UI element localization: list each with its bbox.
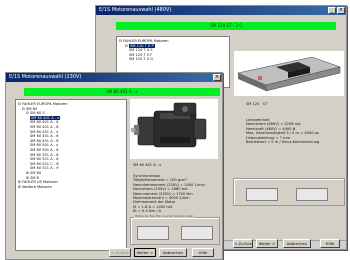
front-hilfe-button[interactable]: Hilfe <box>192 248 214 257</box>
back-banner-text: SM 120 ST - 3 0 <box>210 23 242 28</box>
front-info-block: Synchronmotor Trägheitsmoment = 100 gcm²… <box>133 174 205 214</box>
front-selection-group: Wählen Sie Ihren Motor aus den folgenden… <box>130 215 220 245</box>
front-abbrechen-button[interactable]: Abbrechen <box>159 248 187 257</box>
back-abbrechen-button[interactable]: Abbrechen <box>283 239 311 248</box>
servo-motor-image <box>130 99 218 159</box>
front-tree-panel[interactable]: ⊟ FAHLER EUROPA Motoren ⊟ SM 60 ⊟ SM 60 … <box>15 99 127 251</box>
linear-motor-image <box>234 51 344 96</box>
back-selection-group <box>233 178 345 206</box>
back-selected-banner: SM 120 ST - 3 0 <box>116 22 336 30</box>
back-image-caption: SM 120 ST <box>246 102 268 106</box>
minimize-icon[interactable]: _ <box>328 7 336 14</box>
info-line: Kt = 0.4 Nm / A <box>133 209 162 214</box>
back-window-title: E/1S Motorenauswahl (480V) <box>99 7 172 13</box>
front-selected-banner: SM 60 401 A - s <box>24 88 220 96</box>
info-line: Betriebsart = 5 m / Sinus Kommutierung <box>246 140 320 145</box>
front-banner-text: SM 60 401 A - s <box>106 89 138 94</box>
back-window-titlebar[interactable]: E/1S Motorenauswahl (480V) _ × <box>96 6 346 15</box>
back-field-a[interactable] <box>246 188 278 201</box>
back-field-b[interactable] <box>296 188 328 201</box>
front-window-title: E/1S Motorenauswahl (230V) <box>9 74 82 80</box>
close-icon[interactable]: × <box>337 7 345 14</box>
front-weiter-button[interactable]: Weiter > <box>134 248 156 257</box>
front-zurueck-button[interactable]: < Zurück <box>109 248 131 257</box>
close-icon[interactable]: × <box>213 74 221 81</box>
tree-item[interactable]: ⊞ Weitere Motoren <box>18 185 68 190</box>
front-field-b[interactable] <box>181 226 213 240</box>
front-image-caption: SM 60 401 A - s <box>133 163 162 167</box>
front-window-titlebar[interactable]: E/1S Motorenauswahl (230V) × <box>6 73 222 82</box>
front-group-label: Wählen Sie Ihren Motor aus den folgenden… <box>134 215 195 218</box>
back-info-block: Lineareinheit Nennstrom (480V) = 5208 mA… <box>246 118 319 144</box>
front-window: E/1S Motorenauswahl (230V) × SM 60 401 A… <box>5 72 223 260</box>
front-field-a[interactable] <box>137 226 169 240</box>
back-weiter-button[interactable]: Weiter > <box>256 239 278 248</box>
tree-item[interactable]: SM 120 T 0 G <box>119 57 169 62</box>
back-zurueck-button[interactable]: < Zurück <box>233 239 253 248</box>
back-hilfe-button[interactable]: Hilfe <box>320 239 340 248</box>
